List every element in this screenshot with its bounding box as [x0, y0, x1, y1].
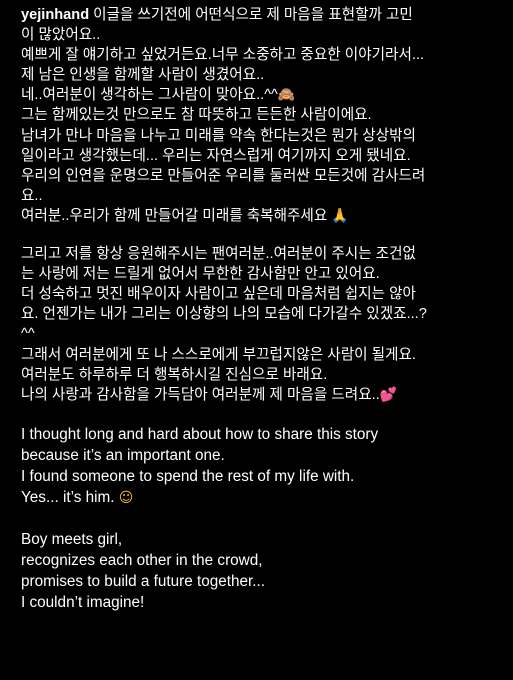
post-caption: yejinhand 이글을 쓰기전에 어떤식으로 제 마음을 표현할까 고민 이 …	[21, 0, 505, 613]
two-hearts-icon: 💕	[379, 386, 398, 403]
caption-line: 이 많았어요..	[21, 27, 101, 44]
caption-line: 그는 함께있는것 만으로도 참 따뜻하고 든든한 사람이에요.	[21, 107, 372, 124]
caption-line: 는 사랑에 저는 드릴게 없어서 무한한 감사함만 안고 있어요.	[21, 266, 380, 283]
caption-line: 요. 언젠가는 내가 그리는 이상향의 나의 모습에 다가갈수 있겠죠...?	[21, 306, 427, 323]
caption-line: 여러분..우리가 함께 만들어갈 미래를 축복해주세요 🙏	[21, 207, 349, 224]
caption-line: Yes... it’s him. ☺	[21, 489, 134, 507]
caption-line: 그리고 저를 항상 응원해주시는 팬여러분..여러분이 주시는 조건없	[21, 246, 416, 263]
english-paragraph-1: I thought long and hard about how to sha…	[21, 424, 505, 510]
username[interactable]: yejinhand	[21, 7, 89, 23]
folded-hands-icon: 🙏	[331, 207, 349, 224]
caption-line: 나의 사랑과 감사함을 가득담아 여러분께 제 마음을 드려요..💕	[21, 386, 398, 403]
caption-line: 네..여러분이 생각하는 그사람이 맞아요..^^🙈	[21, 87, 296, 104]
caption-line: because it’s an important one.	[21, 446, 225, 464]
caption-line: I found someone to spend the rest of my …	[21, 468, 355, 486]
english-paragraph-2: Boy meets girl, recognizes each other in…	[21, 529, 505, 614]
caption-line: I thought long and hard about how to sha…	[21, 425, 379, 443]
caption-line: 더 성숙하고 멋진 배우이자 사람이고 싶은데 마음처럼 쉽지는 않아	[21, 286, 416, 303]
korean-paragraph-1: yejinhand 이글을 쓰기전에 어떤식으로 제 마음을 표현할까 고민 이 …	[21, 5, 505, 226]
smiling-face-icon: ☺	[118, 490, 134, 507]
caption-line: 예쁘게 잘 얘기하고 싶었거든요.너무 소중하고 중요한 이야기라서...	[21, 47, 425, 64]
caption-line: 요..	[21, 187, 43, 204]
caption-line: promises to build a future together...	[21, 573, 266, 590]
caption-line: 여러분도 하루하루 더 행복하시길 진심으로 바래요.	[21, 366, 328, 383]
see-no-evil-monkey-icon: 🙈	[277, 87, 296, 104]
caption-line: 제 남은 인생을 함께할 사람이 생겼어요..	[21, 67, 265, 84]
korean-paragraph-2: 그리고 저를 항상 응원해주시는 팬여러분..여러분이 주시는 조건없 는 사랑…	[21, 244, 505, 405]
caption-line: 남녀가 만나 마음을 나누고 미래를 약속 한다는것은 뭔가 상상밖의	[21, 127, 416, 144]
caption-line: yejinhand 이글을 쓰기전에 어떤식으로 제 마음을 표현할까 고민	[21, 7, 413, 23]
caption-line: 그래서 여러분에게 또 나 스스로에게 부끄럽지않은 사람이 될게요.	[21, 346, 416, 363]
caption-line: 일이라고 생각했는데... 우리는 자연스럽게 여기까지 오게 됐네요.	[21, 147, 411, 164]
caption-line: recognizes each other in the crowd,	[21, 551, 263, 569]
caption-line: Boy meets girl,	[21, 530, 123, 548]
caption-line: ^^	[21, 326, 35, 343]
caption-line: I couldn’t imagine!	[21, 594, 145, 612]
caption-line: 우리의 인연을 운명으로 만들어준 우리를 둘러싼 모든것에 감사드려	[21, 167, 426, 184]
